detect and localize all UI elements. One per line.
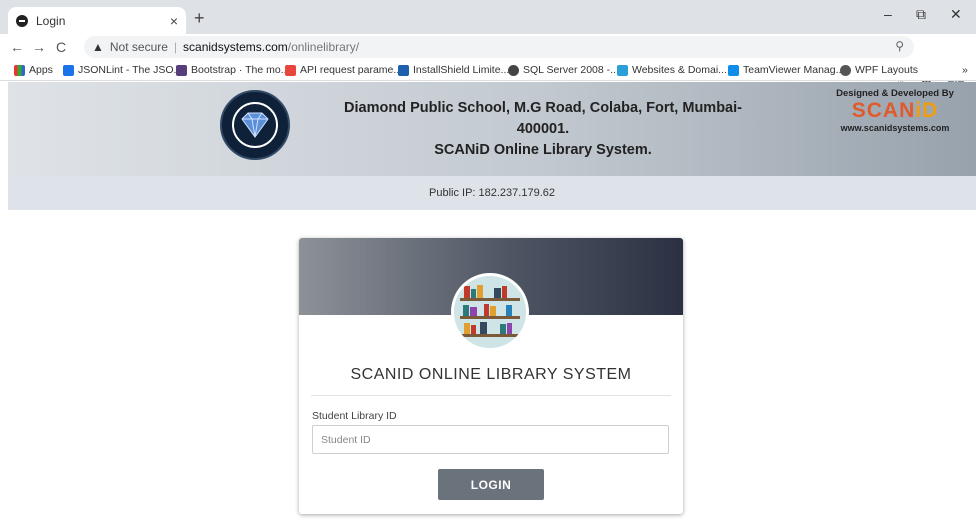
login-button[interactable]: LOGIN: [438, 469, 544, 500]
bookmark-websites-domains[interactable]: Websites & Domai...: [617, 64, 727, 76]
more-bookmarks-icon[interactable]: »: [962, 64, 968, 76]
back-icon[interactable]: ←: [6, 39, 28, 55]
bookmark-installshield[interactable]: InstallShield Limite...: [398, 64, 509, 76]
bootstrap-icon: [176, 64, 187, 76]
school-line-1: Diamond Public School, M.G Road, Colaba,…: [344, 100, 742, 116]
login-card: SCANID ONLINE LIBRARY SYSTEM Student Lib…: [299, 238, 683, 514]
websites-icon: [617, 64, 628, 76]
developer-credit: Designed & Developed By SCANiD www.scani…: [820, 88, 970, 133]
diamond-logo-icon: [220, 90, 290, 160]
bookmark-bootstrap[interactable]: Bootstrap · The mo...: [176, 64, 289, 76]
api-icon: [285, 64, 296, 76]
forward-icon[interactable]: →: [28, 39, 50, 55]
library-bookshelf-icon: [451, 273, 529, 351]
address-bar[interactable]: ▲ Not secure | scanidsystems.com /online…: [84, 36, 914, 58]
credit-label: Designed & Developed By: [836, 88, 954, 99]
new-tab-button[interactable]: +: [194, 8, 205, 29]
scanid-logo: SCANiD: [851, 99, 939, 122]
security-label: Not secure: [109, 40, 168, 54]
sql-server-icon: [508, 64, 519, 76]
zoom-icon[interactable]: ⚲: [895, 39, 904, 53]
bookmark-apps[interactable]: Apps: [14, 64, 53, 76]
school-line-2: 400001.: [516, 121, 570, 137]
minimize-icon[interactable]: –: [884, 6, 892, 22]
public-ip-text: Public IP: 182.237.179.62: [429, 187, 555, 199]
system-name: SCANiD Online Library System.: [434, 142, 652, 158]
browser-tab-bar: Login × + – ⧉ ✕: [0, 0, 976, 34]
jsonlint-icon: [63, 64, 74, 76]
public-ip-bar: Public IP: 182.237.179.62: [8, 176, 976, 210]
teamviewer-icon: [728, 64, 739, 76]
student-id-label: Student Library ID: [312, 410, 397, 422]
reload-icon[interactable]: C: [50, 39, 72, 55]
bookmark-sql-server[interactable]: SQL Server 2008 -...: [508, 64, 619, 76]
bookmarks-bar: Apps JSONLint - The JSO... Bootstrap · T…: [0, 60, 976, 81]
bookmark-teamviewer[interactable]: TeamViewer Manag...: [728, 64, 844, 76]
bookmark-jsonlint[interactable]: JSONLint - The JSO...: [63, 64, 182, 76]
apps-grid-icon: [14, 64, 25, 76]
tab-title: Login: [36, 13, 66, 28]
tab-close-icon[interactable]: ×: [170, 13, 178, 29]
restore-icon[interactable]: ⧉: [916, 6, 926, 23]
login-title: SCANID ONLINE LIBRARY SYSTEM: [350, 366, 632, 383]
bookmark-wpf-layouts[interactable]: WPF Layouts: [840, 64, 918, 76]
warning-icon: ▲: [92, 40, 104, 54]
school-header: Diamond Public School, M.G Road, Colaba,…: [8, 82, 976, 176]
student-id-input[interactable]: [312, 425, 669, 454]
close-window-icon[interactable]: ✕: [950, 6, 962, 23]
title-divider: [311, 395, 671, 396]
school-name: Diamond Public School, M.G Road, Colaba,…: [308, 98, 778, 161]
url-separator: |: [173, 40, 178, 54]
installshield-icon: [398, 64, 409, 76]
browser-tab[interactable]: Login ×: [8, 7, 186, 34]
url-host: scanidsystems.com: [183, 40, 288, 54]
url-path: /onlinelibrary/: [287, 40, 360, 54]
credit-url: www.scanidsystems.com: [840, 123, 950, 133]
browser-toolbar: ← → C ▲ Not secure | scanidsystems.com /…: [0, 34, 976, 89]
wpf-icon: [840, 64, 851, 76]
page-favicon-icon: [16, 14, 28, 27]
bookmark-api-request[interactable]: API request parame...: [285, 64, 402, 76]
